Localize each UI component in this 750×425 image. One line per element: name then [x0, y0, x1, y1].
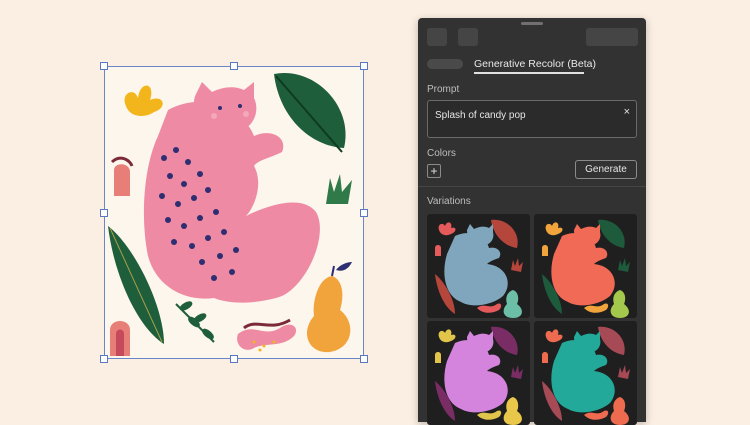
toolbar-button-1[interactable] [427, 28, 447, 46]
cat-head [193, 82, 257, 133]
illustration[interactable] [104, 66, 364, 359]
thumb-pear [503, 397, 522, 425]
thumb-leaf-top [598, 219, 625, 248]
tab-placeholder[interactable] [427, 59, 463, 69]
thumb-arch [435, 352, 441, 363]
variation-card-1[interactable] [427, 214, 530, 318]
handle-bottom-right[interactable] [360, 355, 368, 363]
tab-generative-recolor[interactable]: Generative Recolor (Beta) [474, 58, 596, 70]
handle-top-right[interactable] [360, 62, 368, 70]
variation-card-3[interactable] [427, 321, 530, 425]
thumb-accent [545, 222, 563, 236]
variation-card-4[interactable] [534, 321, 637, 425]
toolbar-button-3[interactable] [586, 28, 638, 46]
generative-recolor-panel: Generative Recolor (Beta) Prompt Splash … [418, 18, 646, 425]
thumb-accent [438, 329, 456, 343]
arch-shape [114, 164, 130, 196]
thumb-leaf-top [598, 326, 625, 355]
prompt-value[interactable]: Splash of candy pop [435, 110, 526, 121]
pear-shape [307, 276, 351, 353]
add-color-button[interactable]: + [427, 164, 441, 178]
squiggle-shape [237, 324, 297, 350]
handle-top-left[interactable] [100, 62, 108, 70]
colors-label: Colors [427, 148, 456, 159]
fern-shape [175, 301, 215, 343]
variation-card-2[interactable] [534, 214, 637, 318]
generate-button[interactable]: Generate [575, 160, 637, 179]
prompt-input[interactable]: Splash of candy pop × [427, 100, 637, 138]
thumb-arch [542, 245, 548, 256]
big-leaf-top [274, 72, 346, 148]
thumb-leaf-top [491, 219, 518, 248]
tab-active-underline [474, 72, 584, 74]
thumb-arch [435, 245, 441, 256]
thumb-pear [610, 397, 629, 425]
thumb-accent [545, 329, 563, 343]
handle-middle-left[interactable] [100, 209, 108, 217]
thumb-leaf-top [491, 326, 518, 355]
thumb-pear [503, 290, 522, 318]
variations-label: Variations [427, 196, 471, 207]
handle-bottom-center[interactable] [230, 355, 238, 363]
thumb-pear [610, 290, 629, 318]
grass-shape [326, 174, 352, 204]
thumb-accent [438, 222, 456, 236]
toolbar-button-2[interactable] [458, 28, 478, 46]
artboard[interactable] [104, 66, 364, 359]
clear-icon[interactable]: × [624, 107, 630, 118]
handle-bottom-left[interactable] [100, 355, 108, 363]
thumb-grass [511, 258, 523, 272]
thumb-arch [542, 352, 548, 363]
thumb-grass [618, 258, 630, 272]
handle-top-center[interactable] [230, 62, 238, 70]
yellow-leaf-shape [124, 85, 163, 116]
panel-drag-grip[interactable] [521, 22, 543, 25]
handle-middle-right[interactable] [360, 209, 368, 217]
thumb-grass [618, 365, 630, 379]
prompt-label: Prompt [427, 84, 460, 95]
thumb-grass [511, 365, 523, 379]
section-divider [418, 186, 646, 187]
